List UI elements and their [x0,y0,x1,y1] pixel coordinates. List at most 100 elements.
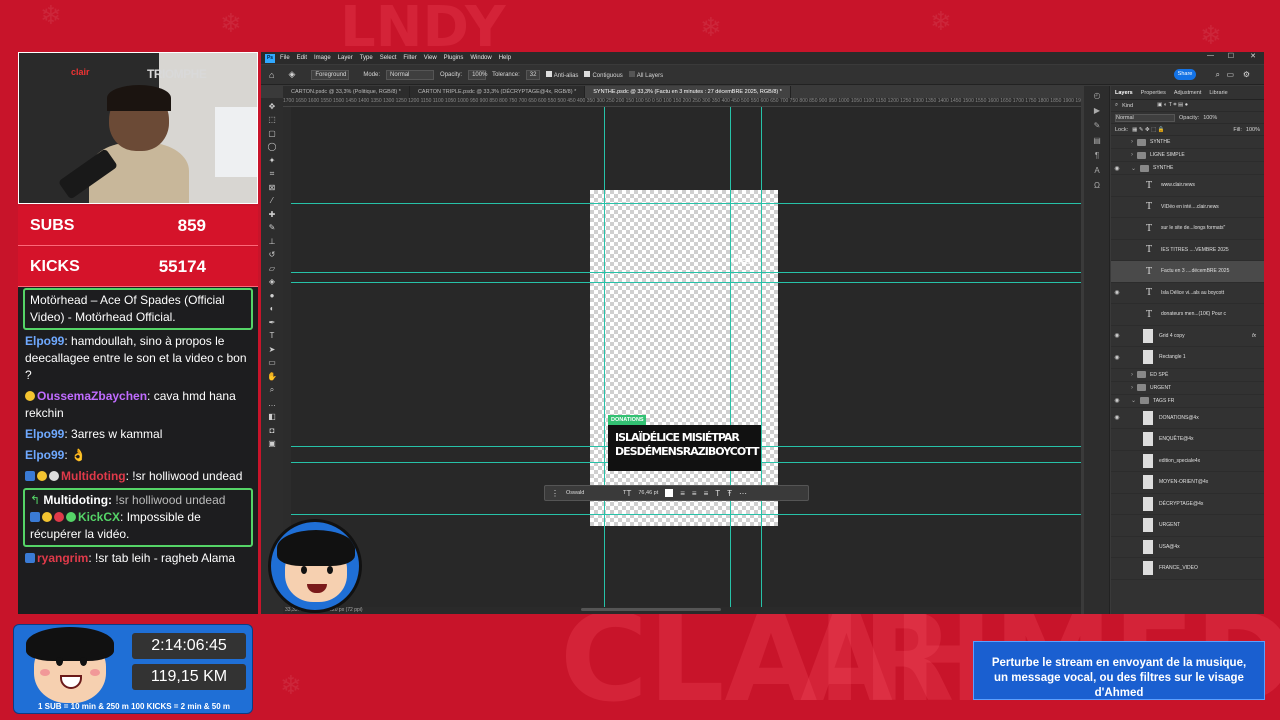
layer-name[interactable]: Isla Délice vi...als au boycott [1161,290,1224,296]
group-expand-icon[interactable]: › [1131,372,1133,378]
healing-tool-icon[interactable]: ✚ [265,209,279,220]
artboard-tool-icon[interactable]: ⬚ [265,114,279,125]
horizontal-scrollbar[interactable] [581,608,721,611]
layer-name[interactable]: SYNTHE [1153,165,1173,171]
layer-row[interactable]: › URGENT [1111,382,1264,395]
group-expand-icon[interactable]: › [1131,385,1133,391]
layer-row[interactable]: T VIDéo en inté....clair.news [1111,197,1264,218]
filter-icons[interactable]: ▣ ◐ T ⌗ ▤ ● [1157,102,1188,109]
group-expand-icon[interactable]: › [1131,152,1133,158]
layer-row[interactable]: ◉ Grid 4 copy fx [1111,326,1264,347]
guide-line[interactable] [291,272,1081,273]
fill-field[interactable]: 100% [1246,127,1260,133]
visibility-eye-icon[interactable]: ◉ [1111,354,1123,361]
layer-row[interactable]: › SYNTHE [1111,136,1264,149]
guide-line[interactable] [291,514,1081,515]
layer-name[interactable]: donateurs men...(10€) Pour c [1161,311,1226,317]
layer-row[interactable]: ENQUÊTE@4x [1111,429,1264,451]
opacity-field[interactable]: 100% [468,69,487,80]
layer-row[interactable]: › LIGNE SIMPLE [1111,149,1264,162]
layer-name[interactable]: ENQUÊTE@4x [1159,436,1194,442]
tab-properties[interactable]: Properties [1141,90,1166,96]
history-icon[interactable]: ◴ [1092,91,1102,101]
font-family-select[interactable]: Oswald [566,490,616,496]
menu-type[interactable]: Type [360,55,373,61]
comments-icon[interactable]: ▤ [1092,136,1102,146]
chat-username[interactable]: Multidoting: [43,493,112,507]
layer-name[interactable]: DÉCRYPTAGE@4x [1159,501,1203,507]
layer-name[interactable]: SYNTHE [1150,139,1170,145]
lock-icons[interactable]: ▦ ✎ ✥ ⬚ 🔒 [1132,127,1165,133]
layer-name[interactable]: DONATIONS@4x [1159,415,1199,421]
group-expand-icon[interactable]: › [1131,139,1133,145]
tab-layers[interactable]: Layers [1115,90,1133,96]
layer-row[interactable]: T Factu en 3 ....décemBRE 2025 [1111,261,1264,283]
mode-select[interactable]: Normal [386,69,435,80]
history-brush-icon[interactable]: ↺ [265,249,279,260]
align-center-icon[interactable]: ≡ [692,489,697,498]
shape-tool-icon[interactable]: ▭ [265,357,279,368]
glyphs-icon[interactable]: Ω [1092,181,1102,191]
magic-wand-tool-icon[interactable]: ✦ [265,155,279,166]
layer-effects-icon[interactable]: fx [1252,333,1256,339]
tab-librarie[interactable]: Librarie [1209,90,1227,96]
visibility-eye-icon[interactable]: ◉ [1111,414,1123,421]
layer-row[interactable]: ◉ T Isla Délice vi...als au boycott [1111,283,1264,304]
layer-row[interactable]: URGENT [1111,515,1264,537]
chat-username[interactable]: KickCX [78,510,120,524]
align-right-icon[interactable]: ≡ [704,489,709,498]
stamp-tool-icon[interactable]: ⊥ [265,236,279,247]
marquee-tool-icon[interactable]: ▢ [265,128,279,139]
font-size-field[interactable]: 76,46 pt [638,490,658,496]
layer-row[interactable]: ◉ DONATIONS@4x [1111,408,1264,429]
layer-row[interactable]: USA@4x [1111,537,1264,558]
zoom-tool-icon[interactable]: ⌕ [265,384,279,395]
align-left-icon[interactable]: ≡ [680,489,685,498]
contiguous-checkbox[interactable]: Contiguous [584,70,623,79]
layer-name[interactable]: sur le site de...longs formats" [1161,225,1225,231]
visibility-eye-icon[interactable]: ◉ [1111,332,1123,339]
warp-text-icon[interactable]: T [715,489,720,498]
more-tools-icon[interactable]: … [265,398,279,409]
chat-username[interactable]: ryangrim [37,551,88,565]
layer-row[interactable]: edition_speciale4x [1111,451,1264,472]
menu-file[interactable]: File [280,55,290,61]
tab-carton-triple[interactable]: CARTON TRIPLE.psdc @ 33,3% (DÉCRYPTAGE@4… [409,86,586,98]
search-icon[interactable]: ⌕ [1216,70,1220,80]
menu-plugins[interactable]: Plugins [444,55,464,61]
all-layers-checkbox[interactable]: All Layers [628,70,663,79]
settings-icon[interactable]: ⚙ [1243,70,1250,79]
actions-icon[interactable]: ▶ [1092,106,1102,116]
layer-row[interactable]: FRANCE_VIDEO [1111,558,1264,580]
menu-edit[interactable]: Edit [297,55,307,61]
layer-name[interactable]: Rectangle 1 [1159,354,1186,360]
visibility-eye-icon[interactable]: ◉ [1111,289,1123,296]
blend-mode-select[interactable]: Normal [1115,113,1175,122]
path-select-tool-icon[interactable]: ➤ [265,344,279,355]
tab-synthe[interactable]: SYNTHE.psdc @ 33,3% (Factu en 3 minutes … [585,86,791,98]
layer-name[interactable]: edition_speciale4x [1159,458,1200,464]
crop-tool-icon[interactable]: ⌗ [265,168,279,179]
chat-username[interactable]: OussemaZbaychen [37,389,147,403]
paint-bucket-icon[interactable]: ◈ [288,69,295,80]
move-tool-icon[interactable]: ✥ [265,101,279,112]
layer-row[interactable]: › ED SPÉ [1111,369,1264,382]
dodge-tool-icon[interactable]: ◐ [265,303,279,314]
menu-view[interactable]: View [424,55,437,61]
layer-row[interactable]: Tsur le site de...longs formats" [1111,218,1264,240]
type-tool-icon[interactable]: T [265,330,279,341]
tab-adjustment[interactable]: Adjustment [1174,90,1202,96]
menu-layer[interactable]: Layer [338,55,353,61]
layer-row[interactable]: ◉ ⌄ TAGS FR [1111,395,1264,408]
maximize-icon[interactable]: ☐ [1228,52,1234,60]
layer-row[interactable]: ◉ Rectangle 1 [1111,347,1264,369]
chat-username[interactable]: Elpo99 [25,448,64,462]
menu-image[interactable]: Image [314,55,331,61]
menu-help[interactable]: Help [499,55,511,61]
eyedropper-tool-icon[interactable]: ⁄ [265,195,279,206]
close-icon[interactable]: ✕ [1250,52,1256,60]
layer-name[interactable]: ED SPÉ [1150,372,1168,378]
chat-username[interactable]: Elpo99 [25,427,64,441]
fill-source-select[interactable]: Foreground [311,69,350,80]
paint-bucket-tool-icon[interactable]: ◈ [265,276,279,287]
